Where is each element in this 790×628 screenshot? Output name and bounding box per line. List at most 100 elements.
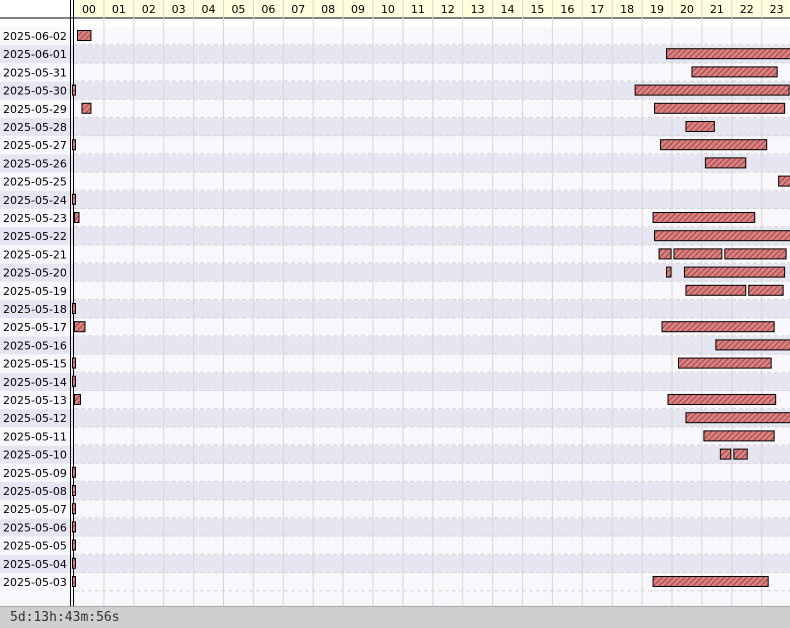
hour-tick-label: 00 [82,3,96,16]
hour-tick-label: 02 [142,3,156,16]
hour-tick-label: 16 [560,3,574,16]
activity-bar [72,466,76,478]
row-date-label: 2025-05-23 [3,212,67,225]
activity-bar [72,357,76,369]
row-date-label: 2025-05-06 [3,521,67,534]
activity-bar [654,230,790,242]
activity-bar [72,193,76,205]
row-date-label: 2025-05-10 [3,449,67,462]
activity-bar [76,30,92,41]
activity-bar [691,66,778,78]
row-date-label: 2025-05-12 [3,412,67,425]
hour-tick-label: 22 [740,3,754,16]
hour-tick-label: 06 [261,3,275,16]
activity-bar [660,139,768,151]
row-date-label: 2025-05-26 [3,157,67,170]
gantt-chart: 00 01 02 03 04 05 06 07 08 09 10 11 12 13 14 15 16 17 18 19… [0,0,790,606]
row-date-label: 2025-05-27 [3,139,67,152]
hour-tick-label: 18 [620,3,634,16]
activity-bar [724,248,787,260]
row-date-label: 2025-05-16 [3,339,67,352]
row-date-label: 2025-05-09 [3,467,67,480]
activity-bar [634,84,790,96]
activity-bar [72,557,76,569]
activity-bar [654,102,786,114]
row-date-label: 2025-05-25 [3,176,67,189]
activity-bar [72,503,76,515]
row-date-label: 2025-05-30 [3,85,67,98]
activity-bar [748,284,784,296]
row-date-label: 2025-05-14 [3,376,67,389]
row-date-label: 2025-05-19 [3,285,67,298]
hour-tick-label: 10 [381,3,395,16]
activity-bar [666,266,672,278]
row-date-label: 2025-05-03 [3,576,67,589]
row-date-label: 2025-05-15 [3,358,67,371]
row-date-label: 2025-05-29 [3,103,67,116]
activity-bar [658,248,672,260]
hour-tick-label: 09 [351,3,365,16]
activity-bar [72,539,76,551]
hour-tick-label: 12 [441,3,455,16]
activity-bar [666,48,790,60]
activity-bar [703,430,775,442]
total-duration: 5d:13h:43m:56s [10,610,120,625]
activity-bar [719,448,732,460]
row-date-label: 2025-05-05 [3,540,67,553]
hour-tick-label: 08 [321,3,335,16]
hour-tick-label: 04 [202,3,216,16]
activity-bar [74,212,80,223]
activity-bar [72,139,76,151]
activity-bar [74,321,86,333]
activity-bar [667,394,777,405]
activity-bar [72,576,76,587]
activity-bar [704,157,747,169]
row-date-label: 2025-05-04 [3,558,67,571]
row-date-label: 2025-05-28 [3,121,67,134]
hour-tick-label: 01 [112,3,126,16]
hour-tick-label: 21 [710,3,724,16]
row-date-label: 2025-05-11 [3,430,67,443]
activity-bar [652,576,769,587]
hour-tick-label: 23 [770,3,784,16]
hour-tick-label: 11 [411,3,425,16]
hour-tick-label: 19 [650,3,664,16]
row-date-label: 2025-05-20 [3,267,67,280]
row-date-label: 2025-05-21 [3,248,67,261]
hour-tick-label: 14 [501,3,515,16]
row-date-label: 2025-05-18 [3,303,67,316]
hour-tick-label: 20 [680,3,694,16]
row-date-label: 2025-05-22 [3,230,67,243]
hour-tick-label: 17 [590,3,604,16]
activity-bar [72,303,76,314]
header-corner [0,0,74,18]
row-date-label: 2025-05-17 [3,321,67,334]
activity-bar [72,485,76,496]
gantt-svg: 00 01 02 03 04 05 06 07 08 09 10 11 12 13 14 15 16 17 18 19… [0,0,790,606]
row-date-label: 2025-05-13 [3,394,67,407]
activity-bar [733,448,748,460]
row-date-label: 2025-05-24 [3,194,67,207]
row-date-label: 2025-05-07 [3,503,67,516]
row-date-label: 2025-06-02 [3,30,67,43]
activity-bar [685,284,747,296]
status-bar: 5d:13h:43m:56s [0,606,790,628]
row-date-label: 2025-05-31 [3,66,67,79]
hour-tick-label: 13 [471,3,485,16]
hour-tick-label: 07 [291,3,305,16]
activity-bar [778,175,790,187]
activity-bar [74,394,81,405]
activity-bar [673,248,723,260]
activity-bar [677,357,772,369]
activity-bar [81,102,92,114]
activity-bar [72,375,76,387]
activity-bar [685,412,790,424]
row-date-label: 2025-05-08 [3,485,67,498]
hour-tick-label: 15 [530,3,544,16]
activity-bar [685,121,715,132]
activity-bar [72,521,76,533]
row-date-label: 2025-06-01 [3,48,67,61]
hour-tick-label: 03 [172,3,186,16]
hour-tick-label: 05 [231,3,245,16]
activity-bar [661,321,775,333]
